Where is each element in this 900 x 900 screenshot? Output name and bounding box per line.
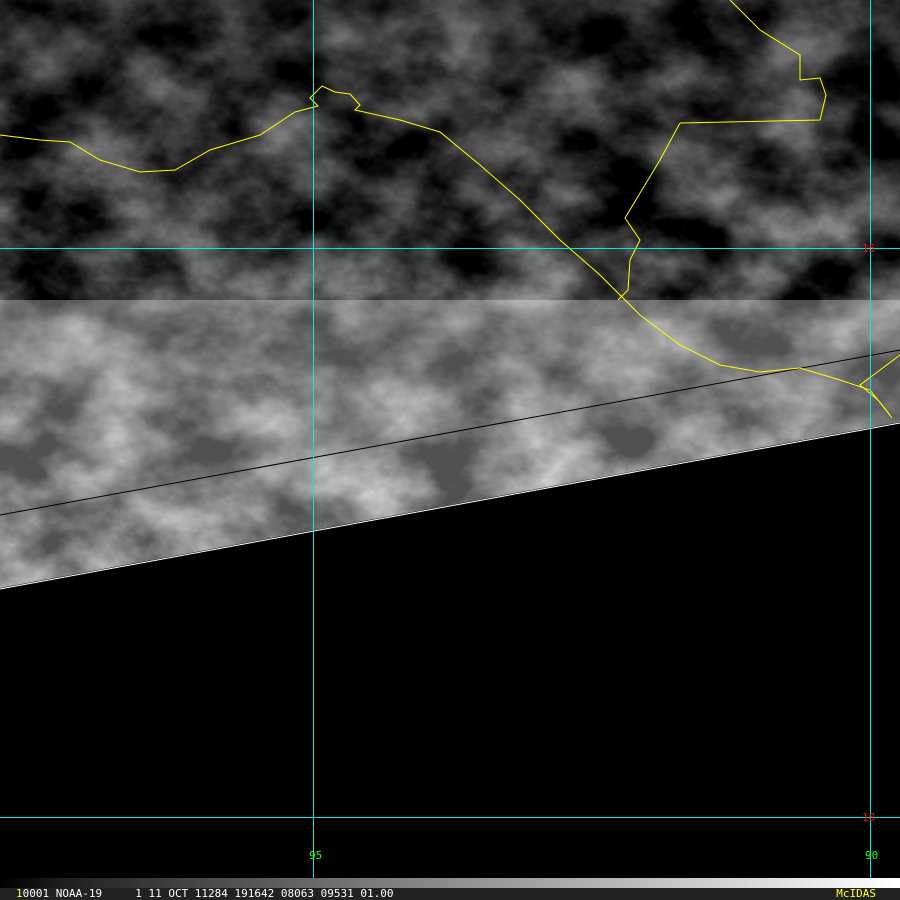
status-bar: 10001 NOAA-19 1 11 OCT 11284 191642 0806…: [0, 888, 900, 900]
lat-label-10: 10: [862, 811, 876, 824]
image-info: 0001 NOAA-19 1 11 OCT 11284 191642 08063…: [22, 887, 394, 900]
satellite-imagery: [0, 0, 900, 888]
frame-index: 1: [16, 887, 23, 900]
lon-label-95: 95: [309, 849, 323, 862]
lon-label-90: 90: [865, 849, 879, 862]
cloud-swath: [0, 0, 900, 588]
satellite-image-viewer: 15 10 95 90 10001 NOAA-19 1 11 OCT 11284…: [0, 0, 900, 900]
lat-label-15: 15: [862, 242, 876, 255]
mcidas-brand: McIDAS: [836, 887, 876, 900]
